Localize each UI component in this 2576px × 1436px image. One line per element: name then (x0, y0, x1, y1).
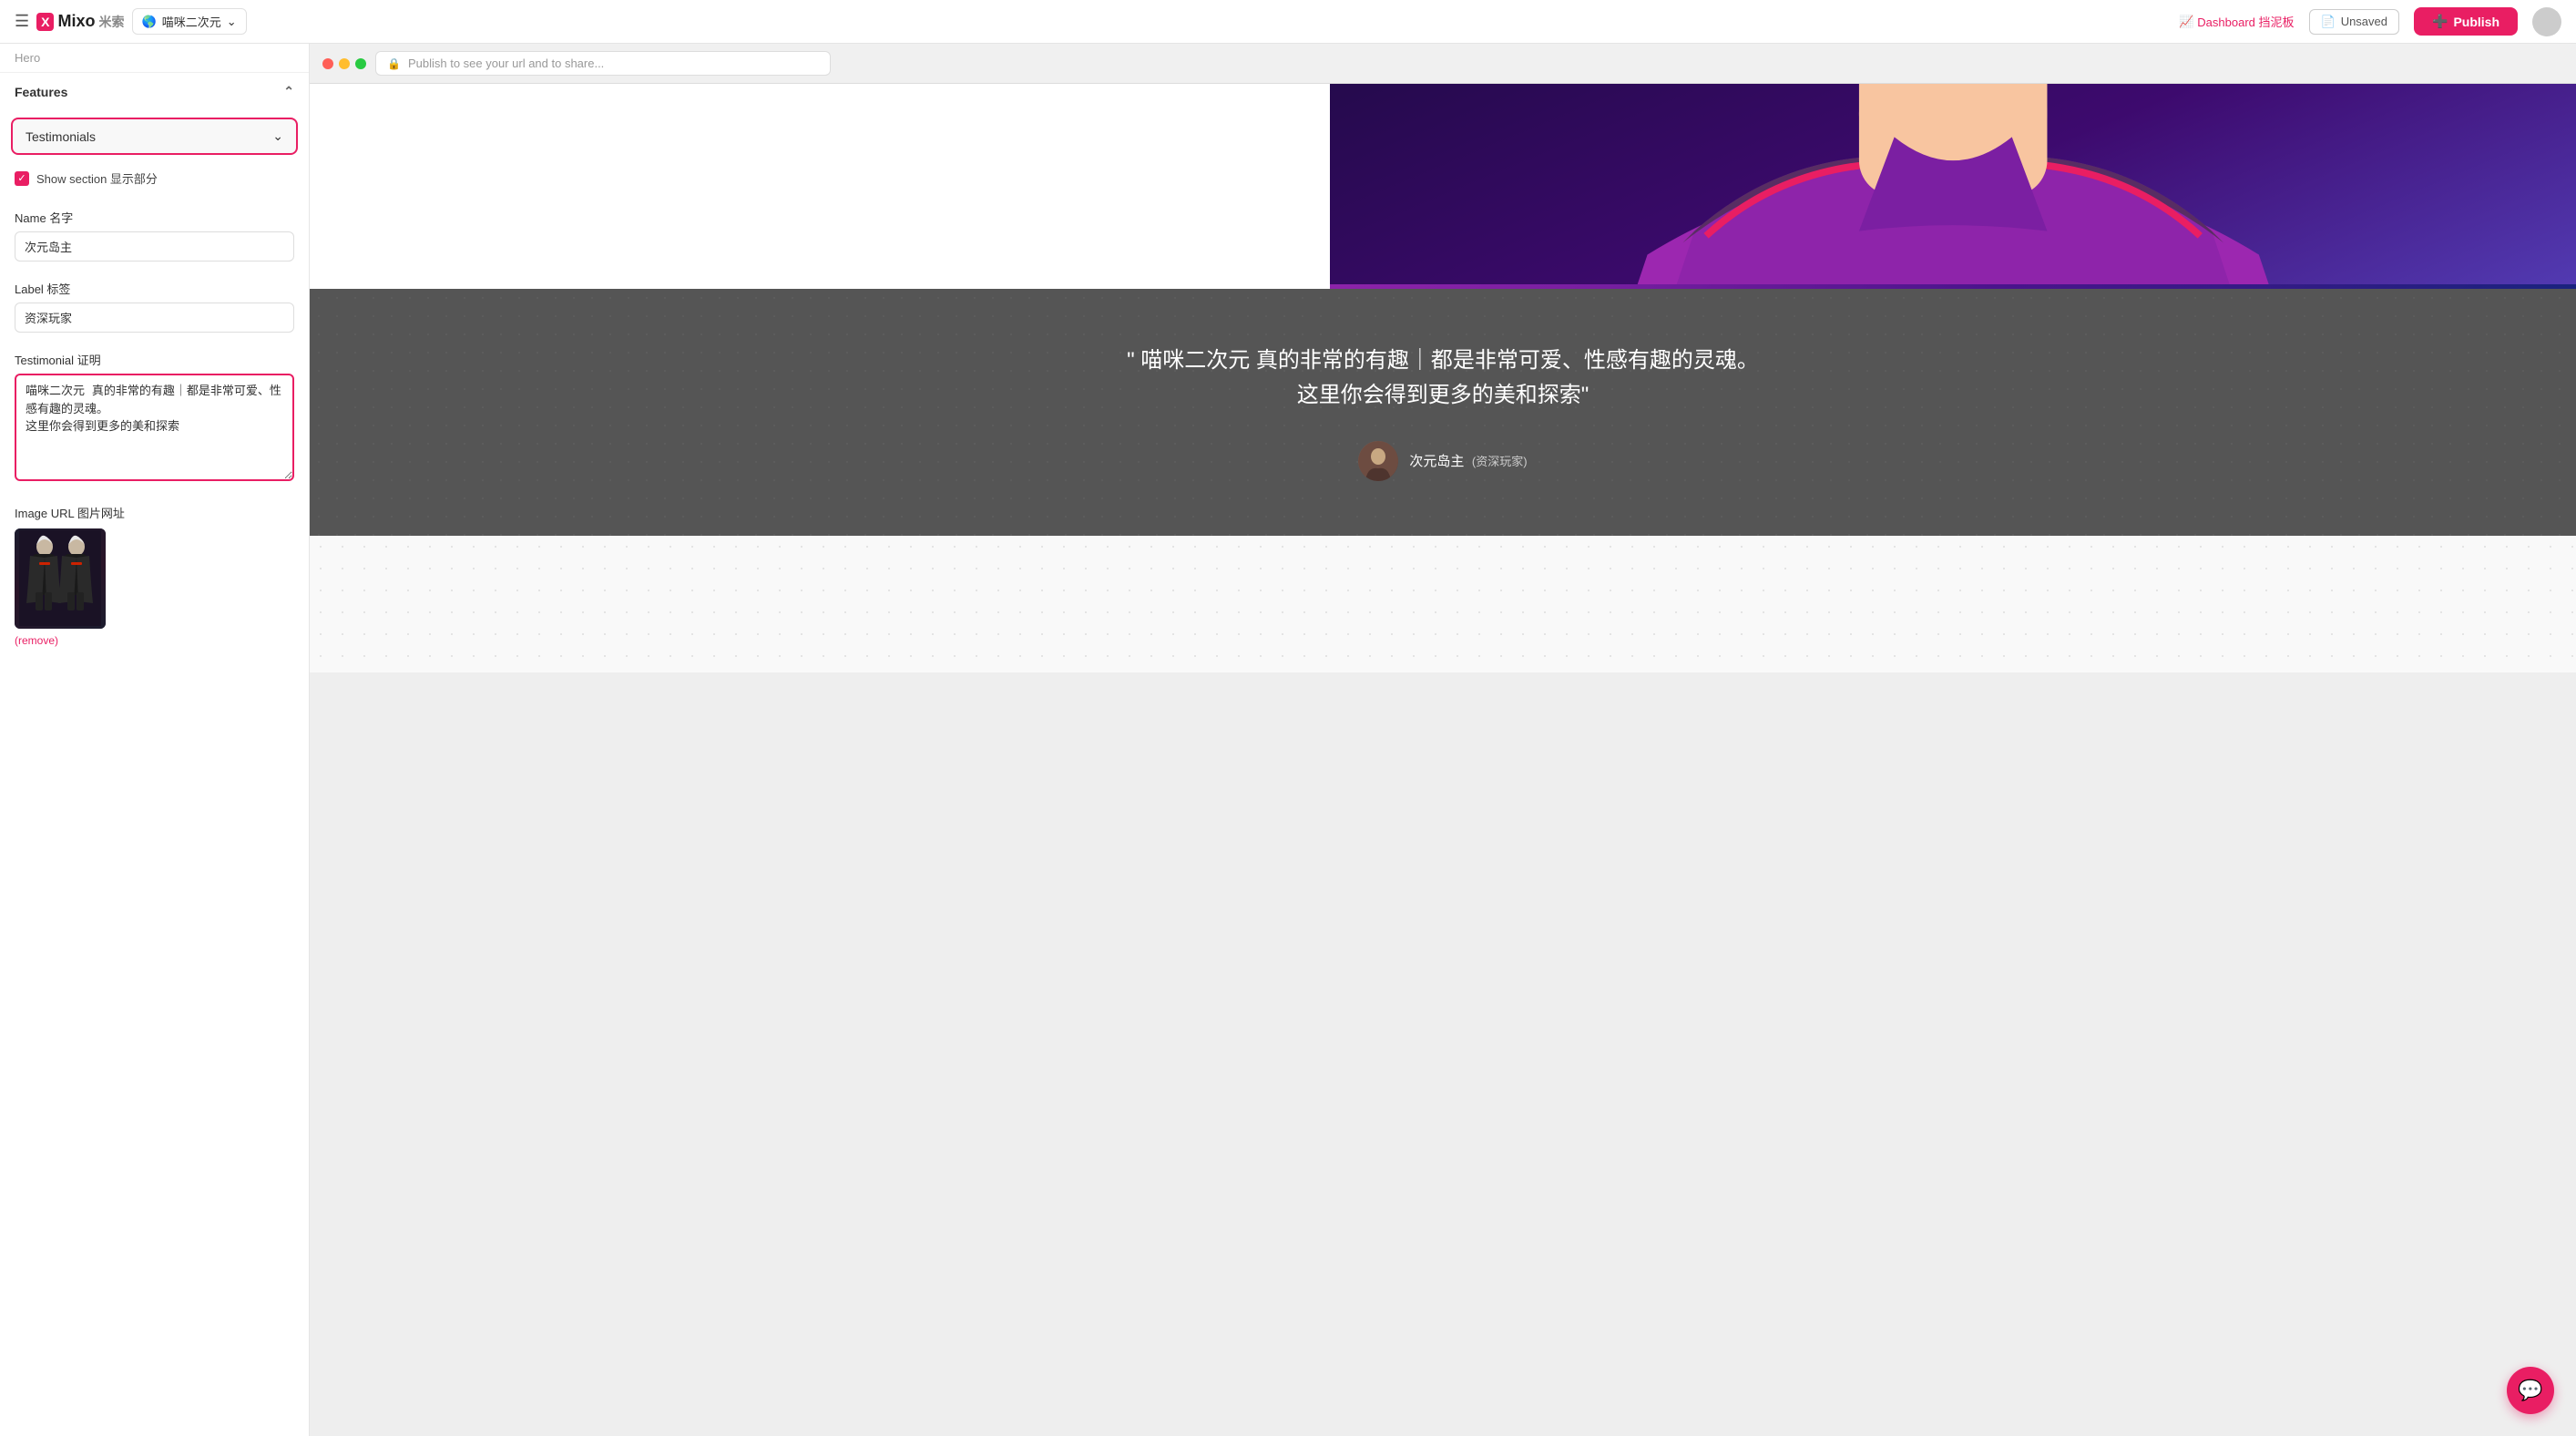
author-avatar (1358, 441, 1398, 481)
chevron-down-icon: ⌄ (227, 15, 237, 29)
unsaved-icon: 📄 (2321, 15, 2336, 29)
dot-green (355, 58, 366, 69)
name-input[interactable] (15, 231, 294, 262)
publish-plus-icon: ➕ (2432, 14, 2448, 29)
show-section-row: ✓ Show section 显示部分 (0, 162, 309, 198)
user-avatar[interactable] (2532, 7, 2561, 36)
unsaved-button[interactable]: 📄 Unsaved (2309, 9, 2400, 35)
name-label: Name 名字 (15, 209, 294, 226)
below-section (310, 536, 2576, 672)
image-url-label: Image URL 图片网址 (15, 504, 294, 521)
testimonials-select[interactable]: Testimonials ⌄ (13, 119, 296, 153)
brand-mixo: Mixo (57, 12, 95, 31)
author-name: 次元岛主 (资深玩家) (1409, 451, 1527, 470)
label-field-section: Label 标签 (0, 269, 309, 340)
globe-icon: 🌎 (142, 15, 157, 29)
sidebar: Hero Features ⌃ Testimonials ⌄ ✓ Show se… (0, 44, 310, 1436)
chat-icon: 💬 (2518, 1379, 2542, 1402)
dot-red (322, 58, 333, 69)
hero-image-section (310, 84, 2576, 289)
chart-icon: 📈 (2179, 15, 2193, 29)
image-preview (15, 528, 106, 629)
testimonial-section: " 喵咪二次元 真的非常的有趣｜都是非常可爱、性感有趣的灵魂。 这里你会得到更多… (310, 289, 2576, 536)
browser-dots (322, 58, 366, 69)
dashboard-link[interactable]: 📈 Dashboard 挡泥板 (2179, 13, 2294, 30)
dashboard-label: Dashboard 挡泥板 (2197, 13, 2294, 30)
brand-cn: 米索 (99, 13, 125, 31)
hero-image-right (1330, 84, 2576, 289)
name-field-section: Name 名字 (0, 198, 309, 269)
show-section-checkbox[interactable]: ✓ (15, 171, 29, 186)
chevron-down-icon: ⌄ (272, 128, 283, 144)
site-selector[interactable]: 🌎 喵咪二次元 ⌄ (132, 8, 247, 35)
features-header[interactable]: Features ⌃ (0, 72, 309, 110)
testimonial-textarea[interactable] (15, 374, 294, 481)
topnav: ☰ X Mixo 米索 🌎 喵咪二次元 ⌄ 📈 Dashboard 挡泥板 📄 … (0, 0, 2576, 44)
label-input[interactable] (15, 303, 294, 333)
testimonial-author: 次元岛主 (资深玩家) (346, 441, 2540, 481)
anime-preview-svg (19, 530, 101, 626)
brand-x-badge: X (36, 13, 54, 31)
testimonials-dropdown: Testimonials ⌄ (11, 118, 298, 155)
testimonial-quote: " 喵咪二次元 真的非常的有趣｜都是非常可爱、性感有趣的灵魂。 这里你会得到更多… (1124, 344, 1762, 414)
publish-button[interactable]: ➕ Publish (2414, 7, 2518, 36)
label-label: Label 标签 (15, 280, 294, 297)
url-bar[interactable]: 🔒 Publish to see your url and to share..… (375, 51, 831, 76)
show-section-label: Show section 显示部分 (36, 169, 158, 187)
remove-image-link[interactable]: (remove) (15, 634, 58, 647)
features-label: Features (15, 85, 67, 99)
testimonial-label: Testimonial 证明 (15, 351, 294, 368)
unsaved-label: Unsaved (2341, 15, 2387, 28)
dot-yellow (339, 58, 350, 69)
site-name: 喵咪二次元 (162, 13, 221, 30)
brand-logo: X Mixo 米索 (36, 12, 124, 31)
hamburger-icon[interactable]: ☰ (15, 12, 29, 31)
lock-icon: 🔒 (387, 57, 401, 70)
testimonials-label: Testimonials (26, 129, 96, 144)
preview-area: 🔒 Publish to see your url and to share..… (310, 44, 2576, 1436)
hero-anime-image (1330, 84, 2576, 284)
testimonial-field-section: Testimonial 证明 (0, 340, 309, 493)
sidebar-section-hero: Hero (0, 44, 309, 72)
chevron-up-icon: ⌃ (283, 84, 294, 99)
chat-fab-button[interactable]: 💬 (2507, 1367, 2554, 1414)
publish-label: Publish (2453, 15, 2499, 29)
image-url-section: Image URL 图片网址 (0, 493, 309, 656)
browser-bar: 🔒 Publish to see your url and to share..… (310, 44, 2576, 84)
url-text: Publish to see your url and to share... (408, 56, 604, 70)
